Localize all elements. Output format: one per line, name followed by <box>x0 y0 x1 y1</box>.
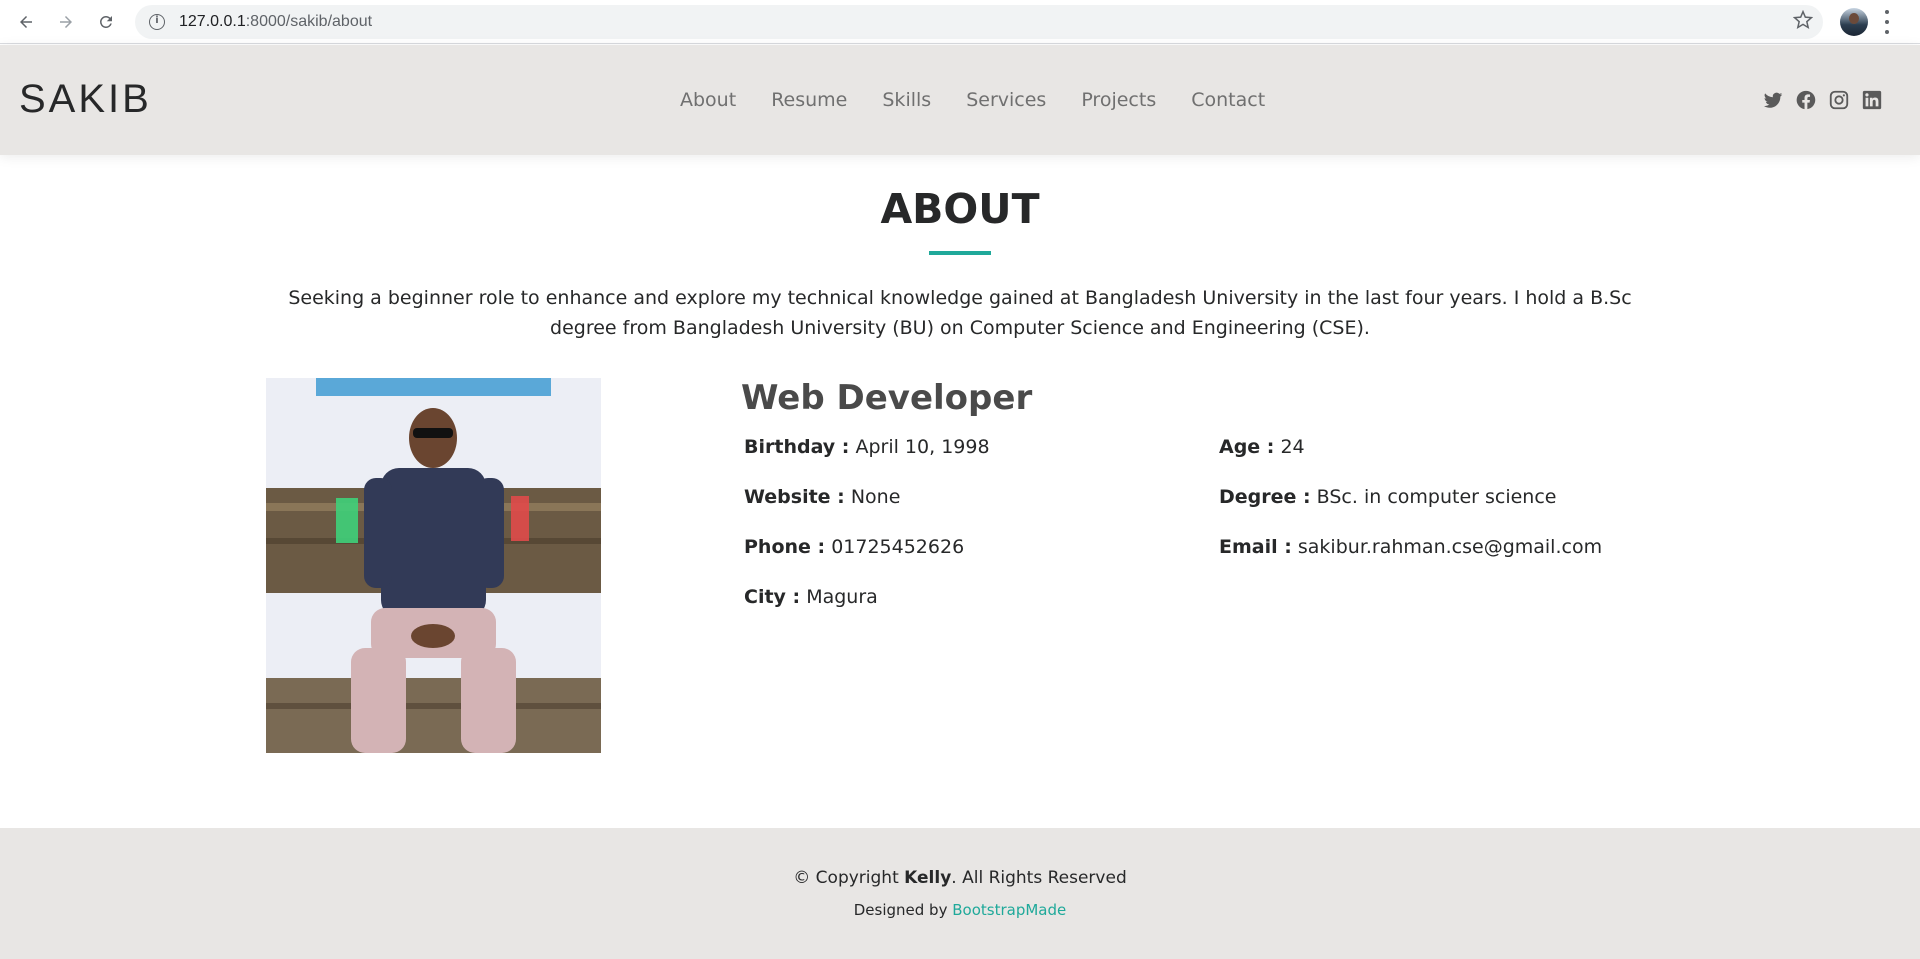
site-info-icon[interactable]: i <box>149 14 165 30</box>
info-label: Website : <box>744 486 845 508</box>
nav-contact[interactable]: Contact <box>1191 89 1265 111</box>
url-text: 127.0.0.1:8000/sakib/about <box>179 13 372 31</box>
facebook-icon[interactable] <box>1795 89 1817 111</box>
info-value: 24 <box>1280 436 1305 458</box>
info-birthday: Birthday : April 10, 1998 <box>744 436 990 458</box>
url-path: :8000/sakib/about <box>245 13 373 30</box>
info-value: Magura <box>806 586 878 608</box>
twitter-icon[interactable] <box>1762 89 1784 111</box>
info-value: None <box>850 486 901 508</box>
star-icon[interactable] <box>1792 9 1814 36</box>
info-label: Degree : <box>1219 486 1311 508</box>
info-label: Age : <box>1219 436 1275 458</box>
info-phone: Phone : 01725452626 <box>744 536 964 558</box>
profile-photo <box>266 378 601 753</box>
info-label: Birthday : <box>744 436 850 458</box>
info-value: 01725452626 <box>831 536 965 558</box>
nav-services[interactable]: Services <box>966 89 1046 111</box>
profile-avatar[interactable] <box>1840 8 1868 36</box>
url-host: 127.0.0.1 <box>179 13 246 30</box>
info-value: BSc. in computer science <box>1316 486 1557 508</box>
info-email: Email : sakibur.rahman.cse@gmail.com <box>1219 536 1602 558</box>
info-label: City : <box>744 586 801 608</box>
social-links <box>1762 89 1894 111</box>
nav-resume[interactable]: Resume <box>771 89 847 111</box>
back-arrow-icon[interactable] <box>12 8 40 36</box>
info-label: Phone : <box>744 536 826 558</box>
copyright-name: Kelly <box>904 868 952 888</box>
browser-menu-icon[interactable] <box>1884 10 1890 34</box>
info-age: Age : 24 <box>1219 436 1305 458</box>
site-header: SAKIB About Resume Skills Services Proje… <box>0 45 1920 155</box>
reload-icon[interactable] <box>92 8 120 36</box>
copyright-prefix: © Copyright <box>793 868 899 888</box>
info-value: April 10, 1998 <box>855 436 990 458</box>
copyright: © Copyright Kelly. All Rights Reserved <box>0 868 1920 888</box>
info-city: City : Magura <box>744 586 878 608</box>
address-bar[interactable]: i 127.0.0.1:8000/sakib/about <box>135 5 1823 39</box>
info-degree: Degree : BSc. in computer science <box>1219 486 1556 508</box>
copyright-suffix: . All Rights Reserved <box>951 868 1127 888</box>
nav-skills[interactable]: Skills <box>882 89 931 111</box>
site-logo[interactable]: SAKIB <box>19 77 152 122</box>
designed-by-label: Designed by <box>853 901 948 919</box>
role-title: Web Developer <box>741 378 1033 418</box>
site-footer: © Copyright Kelly. All Rights Reserved D… <box>0 828 1920 959</box>
main-nav: About Resume Skills Services Projects Co… <box>680 89 1300 111</box>
section-title: ABOUT <box>880 185 1040 233</box>
browser-toolbar: i 127.0.0.1:8000/sakib/about <box>0 0 1920 44</box>
info-label: Email : <box>1219 536 1292 558</box>
about-intro: Seeking a beginner role to enhance and e… <box>288 287 1632 339</box>
title-underline <box>929 251 991 255</box>
info-website: Website : None <box>744 486 900 508</box>
info-value[interactable]: sakibur.rahman.cse@gmail.com <box>1298 536 1602 558</box>
forward-arrow-icon[interactable] <box>52 8 80 36</box>
designer-link[interactable]: BootstrapMade <box>952 901 1066 919</box>
nav-projects[interactable]: Projects <box>1081 89 1156 111</box>
credits: Designed by BootstrapMade <box>0 901 1920 919</box>
linkedin-icon[interactable] <box>1861 89 1883 111</box>
instagram-icon[interactable] <box>1828 89 1850 111</box>
nav-about[interactable]: About <box>680 89 736 111</box>
